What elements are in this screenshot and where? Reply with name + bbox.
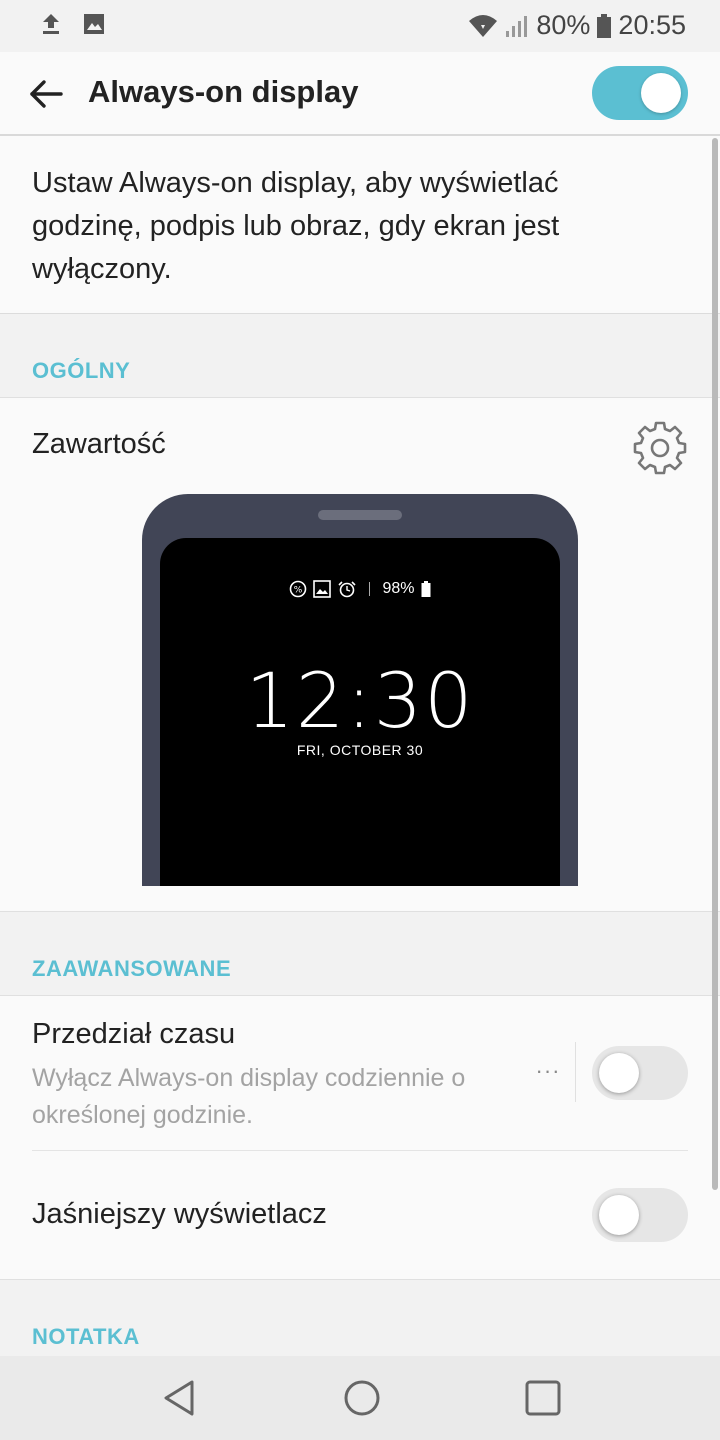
nav-recents-icon[interactable] — [521, 1376, 565, 1420]
section-header-general: OGÓLNY — [0, 314, 720, 398]
status-time: 20:55 — [618, 10, 686, 40]
aod-date: FRI, OCTOBER 30 — [296, 742, 424, 758]
brighter-display-toggle[interactable] — [592, 1188, 688, 1242]
row-divider — [32, 1150, 688, 1151]
data-saver-icon: % — [290, 580, 307, 598]
svg-text:%: % — [294, 586, 303, 596]
time-range-subtitle: Wyłącz Always-on display codziennie o ok… — [32, 1064, 466, 1129]
description-text: Ustaw Always-on display, aby wyświetlać … — [32, 167, 560, 285]
battery-icon — [597, 13, 612, 38]
aod-battery-percent: 98% — [382, 580, 415, 597]
back-button[interactable] — [22, 70, 70, 118]
battery-percent: 80% — [536, 10, 591, 40]
status-bar: 80% 20:55 — [0, 0, 720, 52]
brighter-display-title: Jaśniejszy wyświetlacz — [32, 1198, 327, 1230]
toggle-knob — [599, 1195, 639, 1235]
battery-icon — [421, 581, 431, 597]
alarm-icon — [338, 581, 357, 598]
nav-back-icon[interactable] — [158, 1376, 202, 1420]
section-label-note: NOTATKA — [32, 1324, 140, 1349]
arrow-back-icon — [30, 80, 63, 108]
aod-status-row: % 98% — [160, 580, 560, 598]
nav-home-icon[interactable] — [340, 1376, 384, 1420]
navigation-bar — [0, 1356, 720, 1440]
image-icon — [84, 14, 104, 34]
brighter-display-setting[interactable]: Jaśniejszy wyświetlacz — [0, 1152, 720, 1280]
upload-icon — [43, 14, 59, 34]
description-panel: Ustaw Always-on display, aby wyświetlać … — [0, 138, 720, 314]
content-setting[interactable]: Zawartość % 98% 12:30 FRI, OCTOBER 30 — [0, 398, 720, 912]
always-on-master-toggle[interactable] — [592, 66, 688, 120]
page-title: Always-on display — [88, 74, 359, 109]
time-range-setting[interactable]: Przedział czasu Wyłącz Always-on display… — [0, 996, 720, 1152]
scrollbar[interactable] — [712, 138, 718, 1190]
phone-speaker — [318, 510, 402, 520]
aod-separator — [369, 582, 371, 596]
app-bar: Always-on display — [0, 52, 720, 136]
time-range-toggle[interactable] — [592, 1046, 688, 1100]
section-header-note: NOTATKA — [0, 1280, 720, 1356]
wifi-icon — [469, 14, 498, 37]
image-icon — [313, 580, 332, 598]
aod-preview-screen: % 98% 12:30 FRI, OCTOBER 30 — [160, 538, 560, 886]
toggle-knob — [641, 73, 681, 113]
section-header-advanced: ZAAWANSOWANE — [0, 912, 720, 996]
vertical-divider — [575, 1042, 576, 1102]
aod-clock: 12:30 — [245, 656, 475, 745]
time-range-title: Przedział czasu — [32, 1018, 236, 1050]
section-label-advanced: ZAAWANSOWANE — [32, 956, 232, 981]
toggle-knob — [599, 1053, 639, 1093]
signal-icon — [506, 15, 528, 37]
gear-icon[interactable] — [630, 418, 690, 478]
content-title: Zawartość — [32, 428, 166, 460]
aod-preview-phone: % 98% 12:30 FRI, OCTOBER 30 — [142, 494, 578, 886]
section-label-general: OGÓLNY — [32, 358, 131, 383]
more-options-button[interactable]: ··· — [528, 1058, 568, 1088]
